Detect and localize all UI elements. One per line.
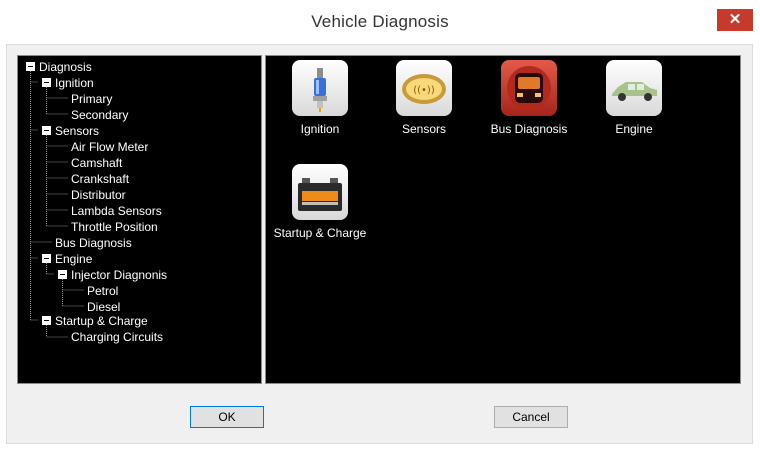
tree-item-startup-charge[interactable]: Startup & Charge	[55, 314, 148, 328]
cancel-button[interactable]: Cancel	[494, 406, 568, 428]
tree-item-diagnosis[interactable]: Diagnosis	[39, 60, 92, 74]
tile-engine[interactable]: Engine	[574, 60, 694, 136]
tree-item-secondary[interactable]: Secondary	[71, 108, 128, 122]
tree-item-primary[interactable]: Primary	[71, 92, 112, 106]
diagnosis-tree-panel[interactable]: Diagnosis Ignition Primary Secondary Sen…	[17, 55, 262, 384]
title-bar: Vehicle Diagnosis ✕	[0, 0, 760, 44]
tile-ignition[interactable]: Ignition	[260, 60, 380, 136]
collapse-toggle-engine[interactable]	[42, 254, 51, 263]
tile-startup-charge[interactable]: Startup & Charge	[260, 164, 380, 240]
collapse-toggle-diagnosis[interactable]	[26, 62, 35, 71]
tile-label-bus-diagnosis: Bus Diagnosis	[490, 122, 568, 136]
car-icon	[606, 60, 662, 116]
tree-item-camshaft[interactable]: Camshaft	[71, 156, 122, 170]
tree-item-engine[interactable]: Engine	[55, 252, 92, 266]
tree-item-throttle-position[interactable]: Throttle Position	[71, 220, 158, 234]
collapse-toggle-sensors[interactable]	[42, 126, 51, 135]
tile-label-sensors: Sensors	[401, 122, 447, 136]
tile-label-ignition: Ignition	[300, 122, 340, 136]
collapse-toggle-injector[interactable]	[58, 270, 67, 279]
tree-item-charging-circuits[interactable]: Charging Circuits	[71, 330, 163, 344]
tree-item-lambda-sensors[interactable]: Lambda Sensors	[71, 204, 162, 218]
diagnosis-icons-panel: Ignition ((•)) Sensors Bus Diagnosis Eng…	[265, 55, 741, 384]
tree-item-diesel[interactable]: Diesel	[87, 300, 120, 314]
tree-item-crankshaft[interactable]: Crankshaft	[71, 172, 129, 186]
spark-plug-icon	[292, 60, 348, 116]
tile-bus-diagnosis[interactable]: Bus Diagnosis	[469, 60, 589, 136]
window-title: Vehicle Diagnosis	[311, 12, 449, 31]
ok-button[interactable]: OK	[190, 406, 264, 428]
tile-sensors[interactable]: ((•)) Sensors	[364, 60, 484, 136]
sensor-icon: ((•))	[396, 60, 452, 116]
close-icon: ✕	[728, 11, 742, 28]
collapse-toggle-startup[interactable]	[42, 316, 51, 325]
tree-item-bus-diagnosis[interactable]: Bus Diagnosis	[55, 236, 132, 250]
bus-icon	[501, 60, 557, 116]
tree-item-petrol[interactable]: Petrol	[87, 284, 118, 298]
tree-item-ignition[interactable]: Ignition	[55, 76, 94, 90]
tile-label-engine: Engine	[615, 122, 653, 136]
close-button[interactable]: ✕	[717, 9, 753, 31]
tree-item-distributor[interactable]: Distributor	[71, 188, 126, 202]
battery-icon	[292, 164, 348, 220]
tile-label-startup-charge: Startup & Charge	[273, 226, 367, 240]
tree-item-injector-diagnosis[interactable]: Injector Diagnonis	[71, 268, 167, 282]
collapse-toggle-ignition[interactable]	[42, 78, 51, 87]
tree-item-air-flow-meter[interactable]: Air Flow Meter	[71, 140, 148, 154]
tree-item-sensors[interactable]: Sensors	[55, 124, 99, 138]
svg-text:((•)): ((•))	[413, 85, 435, 96]
